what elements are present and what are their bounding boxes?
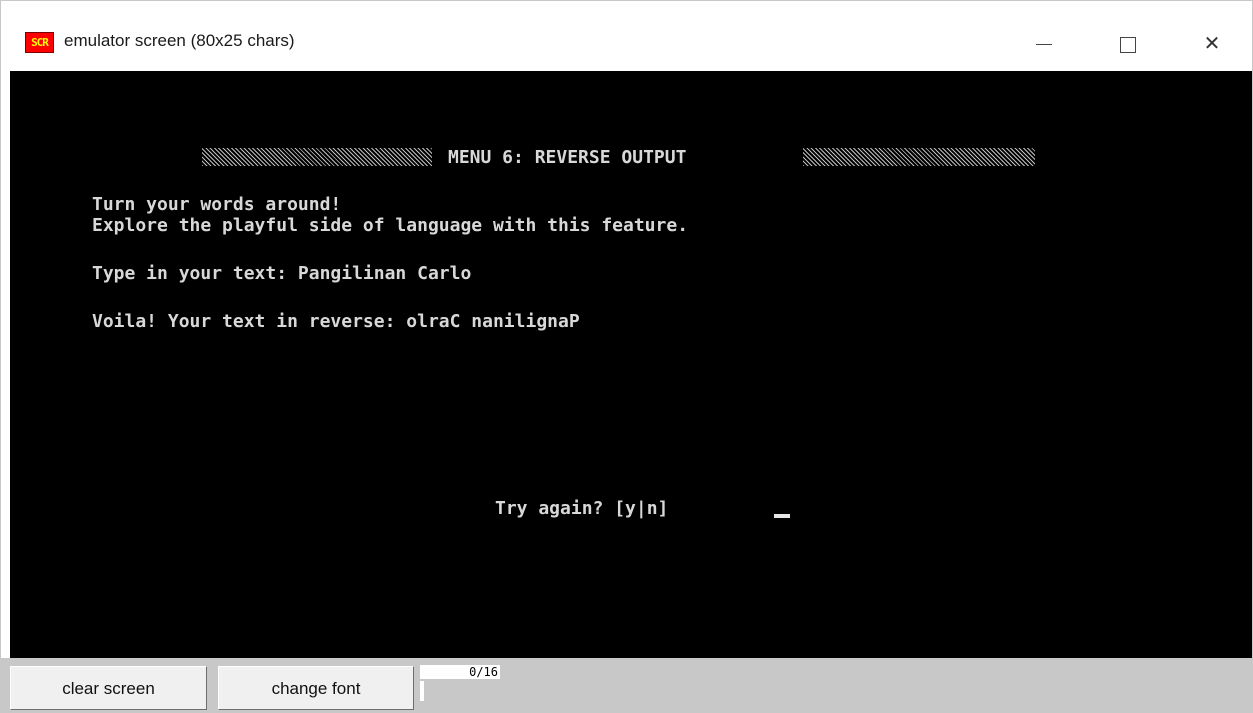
close-button[interactable]: ✕ <box>1179 17 1245 69</box>
input-line: Type in your text: Pangilinan Carlo <box>92 263 472 284</box>
emulator-window: SCR emulator screen (80x25 chars) ✕ MENU… <box>0 0 1253 713</box>
minimize-button[interactable] <box>1011 17 1077 69</box>
try-again-prompt: Try again? [y|n] <box>495 498 669 519</box>
intro-line-2: Explore the playful side of language wit… <box>92 215 689 236</box>
text-cursor <box>774 514 790 518</box>
terminal-screen[interactable]: MENU 6: REVERSE OUTPUT Turn your words a… <box>10 71 1252 658</box>
menu-title: MENU 6: REVERSE OUTPUT <box>448 147 687 168</box>
intro-line-1: Turn your words around! <box>92 194 342 215</box>
counter-progress <box>420 681 500 701</box>
counter-progress-fill <box>420 681 424 701</box>
char-counter: 0/16 <box>420 665 500 679</box>
window-title: emulator screen (80x25 chars) <box>64 31 295 50</box>
title-hatch-right <box>803 148 1035 166</box>
maximize-button[interactable] <box>1095 17 1161 69</box>
title-bar[interactable]: SCR emulator screen (80x25 chars) ✕ <box>1 1 1252 71</box>
change-font-button[interactable]: change font <box>218 666 414 710</box>
maximize-icon <box>1120 36 1136 53</box>
clear-screen-button[interactable]: clear screen <box>10 666 207 710</box>
title-hatch-left <box>202 148 432 166</box>
close-icon: ✕ <box>1203 31 1221 55</box>
output-line: Voila! Your text in reverse: olraC nanil… <box>92 311 580 332</box>
minimize-icon <box>1036 44 1052 45</box>
bottom-toolbar: clear screen change font 0/16 <box>1 658 1252 713</box>
app-icon: SCR <box>25 32 54 53</box>
